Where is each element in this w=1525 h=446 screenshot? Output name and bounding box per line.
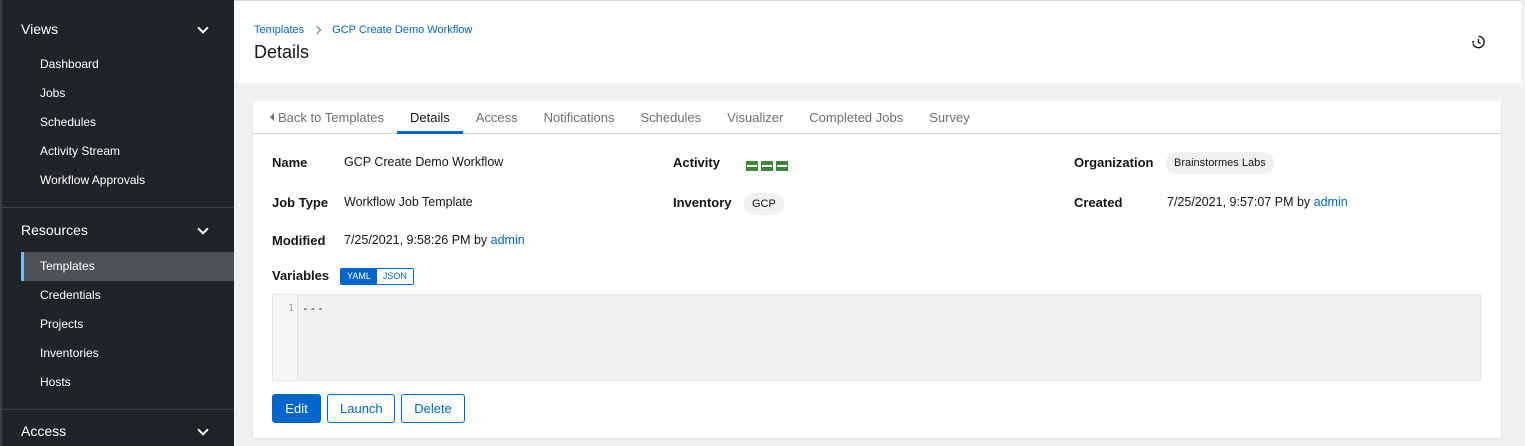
sidebar-item-jobs[interactable]: Jobs: [2, 79, 234, 108]
job-type-label: Job Type: [272, 195, 329, 210]
sidebar-item-workflow-approvals[interactable]: Workflow Approvals: [2, 166, 234, 195]
variables-label: Variables: [272, 268, 330, 283]
activity-label: Activity: [673, 155, 720, 170]
breadcrumb-templates-link[interactable]: Templates: [254, 24, 304, 36]
job-type-value: Workflow Job Template: [344, 195, 473, 209]
created-date: 7/25/2021, 9:57:07 PM by: [1167, 195, 1311, 209]
sidebar-item-projects[interactable]: Projects: [2, 310, 234, 339]
nav-section-resources-label: Resources: [21, 222, 88, 238]
created-by-link[interactable]: admin: [1314, 195, 1348, 209]
tab-survey[interactable]: Survey: [916, 101, 982, 133]
tab-bar: Back to Templates Details Access Notific…: [253, 101, 1501, 134]
vertical-scrollbar[interactable]: [1521, 0, 1525, 446]
breadcrumb: Templates GCP Create Demo Workflow: [254, 24, 472, 36]
page-header: Templates GCP Create Demo Workflow Detai…: [234, 0, 1521, 83]
activity-sparkline: [746, 161, 788, 171]
tab-schedules[interactable]: Schedules: [627, 101, 714, 133]
variables-code-editor[interactable]: 1 ---: [272, 294, 1481, 381]
organization-label: Organization: [1074, 155, 1154, 170]
nav-section-access[interactable]: Access: [2, 416, 234, 446]
modified-value: 7/25/2021, 9:58:26 PM by admin: [344, 233, 525, 247]
sidebar-item-schedules[interactable]: Schedules: [2, 108, 234, 137]
tab-access[interactable]: Access: [463, 101, 531, 133]
created-label: Created: [1074, 195, 1123, 210]
sidebar-item-inventories[interactable]: Inventories: [2, 339, 234, 368]
sidebar-item-templates[interactable]: Templates: [21, 252, 234, 281]
sidebar-item-dashboard[interactable]: Dashboard: [2, 50, 234, 79]
chevron-right-icon: [312, 25, 322, 35]
breadcrumb-current-link[interactable]: GCP Create Demo Workflow: [332, 24, 472, 36]
tab-back-label: Back to Templates: [278, 110, 384, 125]
nav-section-resources[interactable]: Resources: [2, 215, 234, 245]
history-icon[interactable]: [1471, 35, 1485, 49]
sidebar-item-activity-stream[interactable]: Activity Stream: [2, 137, 234, 166]
edit-button[interactable]: Edit: [272, 394, 321, 423]
job-status-success-icon[interactable]: [746, 161, 758, 171]
tab-completed-jobs[interactable]: Completed Jobs: [796, 101, 916, 133]
inventory-label: Inventory: [673, 195, 732, 210]
created-value: 7/25/2021, 9:57:07 PM by admin: [1167, 195, 1348, 209]
json-toggle-button[interactable]: JSON: [376, 269, 413, 284]
launch-button[interactable]: Launch: [327, 394, 395, 423]
inventory-chip[interactable]: GCP: [744, 193, 784, 215]
tab-details[interactable]: Details: [396, 101, 463, 134]
yaml-toggle-button[interactable]: YAML: [341, 269, 377, 284]
details-card: Back to Templates Details Access Notific…: [253, 101, 1501, 438]
variables-mode-toggle: YAML JSON: [340, 268, 414, 285]
modified-date: 7/25/2021, 9:58:26 PM by: [344, 233, 488, 247]
organization-chip[interactable]: Brainstormes Labs: [1166, 152, 1274, 174]
name-label: Name: [272, 155, 308, 170]
chevron-down-icon: [198, 24, 208, 34]
tab-notifications[interactable]: Notifications: [531, 101, 628, 133]
main-content: Templates GCP Create Demo Workflow Detai…: [234, 0, 1525, 446]
nav-section-views-label: Views: [21, 21, 59, 37]
modified-label: Modified: [272, 233, 326, 248]
modified-by-link[interactable]: admin: [491, 233, 525, 247]
job-status-success-icon[interactable]: [761, 161, 773, 171]
caret-left-icon: [270, 113, 274, 121]
nav-section-views[interactable]: Views: [2, 14, 234, 44]
tab-back-to-templates[interactable]: Back to Templates: [268, 101, 397, 133]
delete-button[interactable]: Delete: [401, 394, 465, 423]
page-title: Details: [254, 42, 310, 62]
chevron-down-icon: [198, 225, 208, 235]
job-status-success-icon[interactable]: [776, 161, 788, 171]
tab-visualizer[interactable]: Visualizer: [714, 101, 796, 133]
sidebar-item-credentials[interactable]: Credentials: [2, 281, 234, 310]
sidebar: Views Dashboard Jobs Schedules Activity …: [0, 0, 234, 446]
code-line: ---: [302, 302, 325, 315]
name-value: GCP Create Demo Workflow: [344, 155, 504, 169]
sidebar-item-hosts[interactable]: Hosts: [2, 368, 234, 397]
line-number: 1: [273, 295, 298, 380]
nav-section-access-label: Access: [21, 423, 67, 439]
chevron-down-icon: [198, 426, 208, 436]
